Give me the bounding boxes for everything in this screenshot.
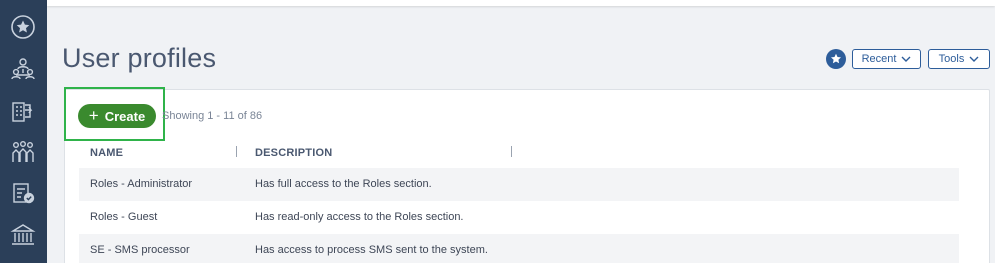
results-count: Showing 1 - 11 of 86 [162,110,263,122]
chevron-down-icon [901,56,911,62]
create-button[interactable]: + Create [78,104,156,128]
bank-building-icon[interactable] [8,220,38,250]
row-name[interactable]: Roles - Administrator [90,178,192,190]
chevron-down-icon [969,56,979,62]
page-title: User profiles [62,43,217,73]
row-description: Has access to process SMS sent to the sy… [255,244,488,256]
tools-dropdown-button[interactable]: Tools [928,49,990,69]
plus-icon: + [88,105,99,125]
star-circle-icon[interactable] [8,12,38,42]
table-row[interactable]: Roles - Guest Has read-only access to th… [79,201,959,234]
row-description: Has read-only access to the Roles sectio… [255,211,464,223]
tools-label: Tools [938,53,965,65]
create-label: Create [104,108,146,124]
users-network-icon[interactable] [8,54,38,84]
clipboard-check-icon[interactable] [8,178,38,208]
column-header-name[interactable]: NAME [90,147,123,159]
column-resize-handle[interactable] [236,146,237,157]
row-description: Has full access to the Roles section. [255,178,432,190]
recent-label: Recent [861,53,897,65]
recent-dropdown-button[interactable]: Recent [852,49,921,69]
favorite-star-button[interactable] [826,49,846,69]
top-header-bar [47,0,995,6]
table-row[interactable]: Roles - Administrator Has full access to… [79,168,959,201]
column-resize-handle[interactable] [511,146,512,157]
row-name[interactable]: SE - SMS processor [90,244,190,256]
table-row[interactable]: SE - SMS processor Has access to process… [79,234,959,263]
star-icon [831,53,841,64]
column-header-description[interactable]: DESCRIPTION [255,147,332,159]
row-name[interactable]: Roles - Guest [90,211,157,223]
people-group-icon[interactable] [8,137,38,167]
building-arrow-icon[interactable] [8,96,38,126]
left-sidebar [0,0,47,263]
